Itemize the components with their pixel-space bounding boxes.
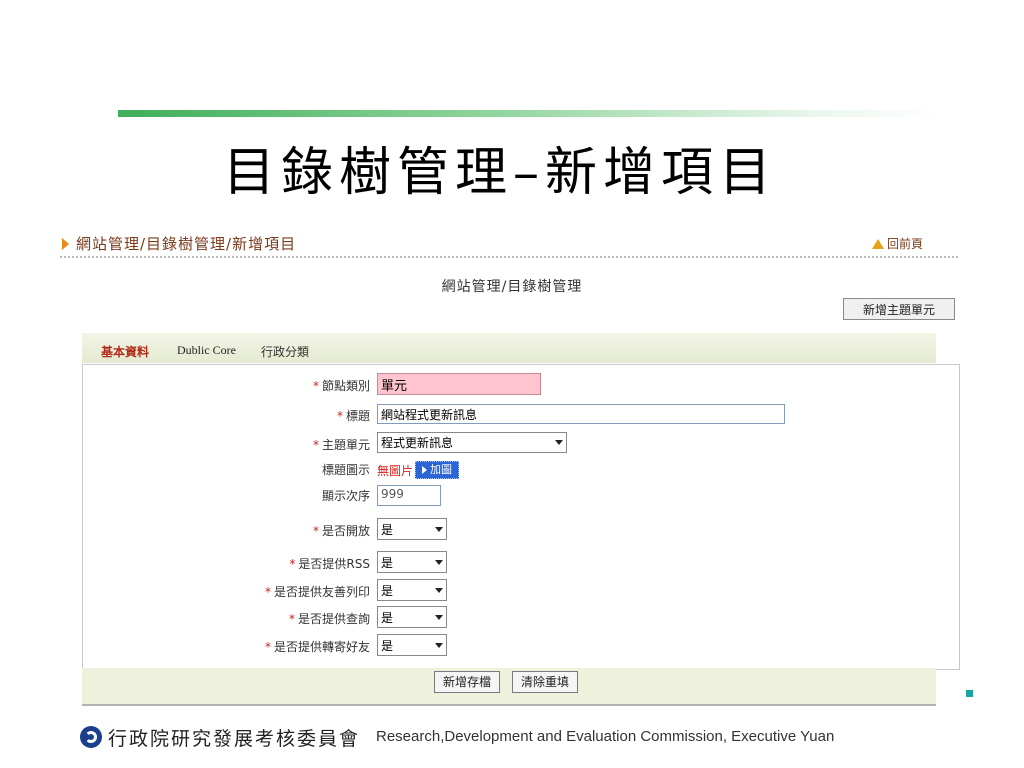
save-button[interactable]: 新增存檔 [434,671,501,693]
play-icon [422,466,428,474]
provide-rss-label: * 是否提供RSS [289,557,370,571]
slide-title: 目錄樹管理–新增項目 [222,143,777,203]
provide-query-label: * 是否提供查詢 [288,612,370,626]
chevron-down-icon [435,526,443,532]
provide-print-label: * 是否提供友善列印 [264,585,370,599]
chevron-down-icon [555,440,563,445]
chevron-down-icon [435,642,443,648]
is-open-label: * 是否開放 [312,524,370,538]
provide-query-select[interactable]: 是 [377,606,447,628]
footer-org-name-cn: 行政院研究發展考核委員會 [108,728,361,750]
breadcrumb-arrow-icon [62,238,69,250]
topic-unit-select[interactable]: 程式更新訊息 [377,432,567,453]
chevron-down-icon [435,614,443,620]
decorative-square [966,690,973,697]
title-icon-label: 標題圖示 [321,463,370,477]
provide-rss-select[interactable]: 是 [377,551,447,573]
back-link[interactable]: 回前頁 [872,235,923,252]
footer-org-name-en: Research,Development and Evaluation Comm… [376,728,835,745]
back-label: 回前頁 [887,237,924,251]
is-open-select[interactable]: 是 [377,518,447,540]
display-order-input[interactable]: 999 [377,485,441,506]
topic-unit-label: * 主題單元 [312,438,370,452]
slide-accent-bar [118,110,938,117]
provide-print-select[interactable]: 是 [377,579,447,601]
no-image-text: 無圖片 [377,463,414,478]
title-input[interactable]: 網站程式更新訊息 [377,404,785,424]
topic-unit-value: 程式更新訊息 [381,436,454,450]
node-type-label: * 節點類別 [312,379,370,393]
tab-dublin-core[interactable]: Dublic Core [177,343,236,358]
rdec-logo-icon [80,726,102,748]
provide-forward-select[interactable]: 是 [377,634,447,656]
form-footer-bar [82,668,936,706]
tab-basic-info[interactable]: 基本資料 [101,343,149,360]
home-icon [872,238,884,249]
title-label: * 標題 [336,409,370,423]
node-type-field[interactable]: 單元 [377,373,541,395]
display-order-label: 顯示次序 [321,489,370,503]
reset-button[interactable]: 清除重填 [512,671,579,693]
provide-forward-label: * 是否提供轉寄好友 [264,640,370,654]
breadcrumb: 網站管理/目錄樹管理/新增項目 [76,235,297,253]
section-path: 網站管理/目錄樹管理 [441,279,583,295]
add-topic-unit-button[interactable]: 新增主題單元 [843,298,955,320]
chevron-down-icon [435,587,443,593]
tab-admin-classification[interactable]: 行政分類 [261,343,309,360]
title-icon-controls: 無圖片 加圖 [377,461,460,479]
divider [60,256,958,258]
chevron-down-icon [435,559,443,565]
add-image-button[interactable]: 加圖 [415,461,460,479]
